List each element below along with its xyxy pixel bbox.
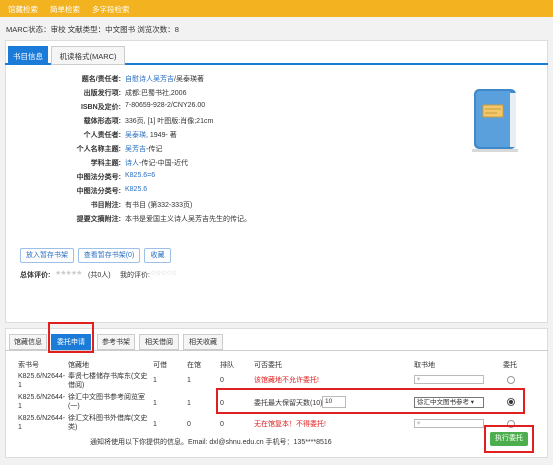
view-shelf-button[interactable]: 查看暂存书架(0) bbox=[78, 248, 140, 263]
col-borrowable: 可借 bbox=[153, 362, 167, 369]
in-library: 1 bbox=[187, 400, 191, 407]
location: 徐汇中文图书参考阅览室(一) bbox=[68, 394, 145, 410]
queue: 0 bbox=[220, 377, 224, 384]
favorite-button[interactable]: 收藏 bbox=[144, 248, 171, 263]
in-library: 0 bbox=[187, 421, 191, 428]
overall-rating-stars: ★★★★★ bbox=[55, 270, 82, 277]
field-label: 中图法分类号: bbox=[76, 188, 121, 195]
subject-person-link[interactable]: 吴芳吉 bbox=[125, 146, 146, 153]
classification-link[interactable]: K825.6=6 bbox=[125, 172, 155, 179]
nav-multi-field-search[interactable]: 多字段检索 bbox=[92, 4, 130, 15]
col-location: 馆藏地 bbox=[68, 362, 89, 369]
tab-related-favorites[interactable]: 相关收藏 bbox=[183, 334, 223, 350]
location: 奉贤七楼储存书库东(文史借阅) bbox=[68, 373, 148, 389]
author-link[interactable]: 吴泰瑛 bbox=[125, 132, 146, 139]
author-dates: , 1949- 著 bbox=[146, 132, 177, 139]
classification-link[interactable]: K825.6 bbox=[125, 186, 147, 193]
location: 徐汇文科图书外借库(文史类) bbox=[68, 415, 148, 431]
delegate-radio[interactable] bbox=[507, 376, 515, 384]
highlight-box-delegate-tab bbox=[48, 322, 94, 353]
field-label: 学科主题: bbox=[90, 160, 121, 167]
nav-simple-search[interactable]: 简单检索 bbox=[50, 4, 80, 15]
field-value: 成都:巴蜀书社,2006 bbox=[125, 90, 187, 97]
field-value: 336页, [1] 叶图版:肖像;21cm bbox=[125, 118, 214, 125]
call-number: K825.6/N2644-1 bbox=[18, 373, 66, 389]
col-delegate: 委托 bbox=[503, 362, 517, 369]
tab-holdings-info[interactable]: 馆藏信息 bbox=[9, 334, 47, 350]
book-icon bbox=[466, 85, 524, 155]
field-label: 提要文摘附注: bbox=[76, 216, 121, 223]
tab-related-borrowing[interactable]: 相关借阅 bbox=[139, 334, 179, 350]
pickup-select: ▾ bbox=[414, 419, 484, 428]
col-queue: 排队 bbox=[220, 362, 234, 369]
field-value: 有书目 (第332-333页) bbox=[125, 202, 193, 209]
field-value: 本书是爱国主义诗人吴芳吉先生的传记。 bbox=[125, 216, 251, 223]
subject-person-suffix: -传记 bbox=[146, 146, 163, 153]
field-label: 个人责任者: bbox=[83, 132, 121, 139]
subject-link[interactable]: 诗人 bbox=[125, 160, 139, 167]
borrowable: 1 bbox=[153, 400, 157, 407]
field-label: 题名/责任者: bbox=[81, 76, 121, 83]
field-label: 中图法分类号: bbox=[76, 174, 121, 181]
borrowable: 1 bbox=[153, 421, 157, 428]
col-in-library: 在馆 bbox=[187, 362, 201, 369]
rating-count: (共0人) bbox=[88, 272, 111, 279]
field-label: 出版发行项: bbox=[83, 90, 121, 97]
highlight-box-delegate-row bbox=[216, 388, 525, 414]
delegable-message: 无在馆复本！不得委托! bbox=[254, 421, 326, 428]
title-responsibility: /吴泰瑛著 bbox=[174, 76, 204, 83]
subject-suffix: -传记-中国-近代 bbox=[139, 160, 188, 167]
my-rating-stars[interactable]: ☆☆☆☆☆ bbox=[150, 269, 177, 277]
tab-reference-shelf[interactable]: 参考书架 bbox=[97, 334, 135, 350]
field-label: ISBN及定价: bbox=[80, 104, 121, 111]
queue: 0 bbox=[220, 421, 224, 428]
marc-status-line: MARC状态：审校 文献类型：中文图书 浏览次数：8 bbox=[6, 25, 179, 34]
pickup-select: ▾ bbox=[414, 375, 484, 384]
notice-text: 通知将使用以下你提供的信息。Email: dxl@shnu.edu.cn 手机号… bbox=[90, 439, 332, 446]
overall-rating-label: 总体评价: bbox=[20, 272, 51, 279]
my-rating-label: 我的评价: bbox=[120, 272, 150, 279]
field-label: 书目附注: bbox=[90, 202, 121, 209]
top-nav-bar: 馆藏检索 简单检索 多字段检索 bbox=[0, 0, 553, 17]
field-label: 个人名称主题: bbox=[76, 146, 121, 153]
call-number: K825.6/N2644-1 bbox=[18, 415, 66, 431]
tab-bibliographic-info[interactable]: 书目信息 bbox=[8, 46, 48, 65]
call-number: K825.6/N2644-1 bbox=[18, 394, 66, 410]
borrowable: 1 bbox=[153, 377, 157, 384]
delegable-message: 该馆藏地不允许委托! bbox=[254, 377, 319, 384]
field-label: 载体形态项: bbox=[83, 118, 121, 125]
add-to-shelf-button[interactable]: 放入暂存书架 bbox=[20, 248, 74, 263]
title-link[interactable]: 自慰诗人吴芳吉 bbox=[125, 76, 174, 83]
col-delegable: 可否委托 bbox=[254, 362, 282, 369]
col-call-number: 索书号 bbox=[18, 362, 39, 369]
in-library: 1 bbox=[187, 377, 191, 384]
execute-delegate-button[interactable]: 执行委托 bbox=[490, 432, 528, 446]
nav-collection-search[interactable]: 馆藏检索 bbox=[8, 4, 38, 15]
col-pickup: 取书地 bbox=[414, 362, 435, 369]
field-value: 7-80659-928-2/CNY26.00 bbox=[125, 102, 206, 109]
tab-marc-format[interactable]: 机读格式(MARC) bbox=[51, 46, 125, 65]
